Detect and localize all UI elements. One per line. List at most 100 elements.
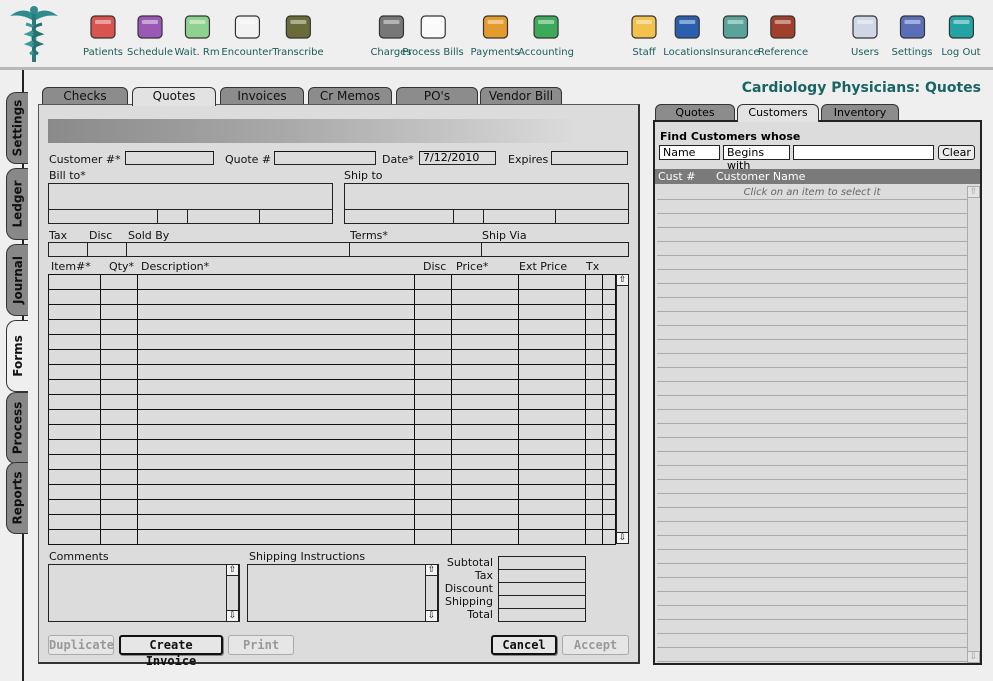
line-item-cell[interactable]: [100, 409, 138, 425]
comments-textarea[interactable]: ⇧ ⇩: [48, 564, 240, 622]
line-item-cell[interactable]: [585, 319, 603, 335]
bill-to-state-field[interactable]: [158, 210, 188, 223]
line-item-cell[interactable]: [414, 394, 452, 410]
right-tab-quotes[interactable]: Quotes: [655, 104, 735, 121]
customer-list-row[interactable]: [657, 564, 967, 578]
scroll-up-icon[interactable]: ⇧: [226, 564, 239, 576]
line-item-cell[interactable]: [451, 274, 519, 290]
accept-button[interactable]: Accept: [562, 635, 629, 655]
line-item-cell[interactable]: [585, 514, 603, 530]
line-item-cell[interactable]: [48, 499, 101, 515]
line-item-cell[interactable]: [414, 364, 452, 380]
line-item-cell[interactable]: [585, 439, 603, 455]
line-item-cell[interactable]: [518, 364, 586, 380]
line-item-cell[interactable]: [585, 409, 603, 425]
line-item-cell[interactable]: [137, 439, 415, 455]
line-item-cell[interactable]: [414, 379, 452, 395]
search-field-select[interactable]: Name: [659, 145, 720, 160]
search-operator-select[interactable]: Begins with: [723, 145, 790, 172]
line-item-cell[interactable]: [137, 274, 415, 290]
customer-list-row[interactable]: [657, 340, 967, 354]
toolbar-transcribe[interactable]: Transcribe: [272, 10, 324, 66]
customer-list-row[interactable]: [657, 592, 967, 606]
line-item-cell[interactable]: [451, 529, 519, 545]
line-item-cell[interactable]: [451, 379, 519, 395]
date-field[interactable]: 7/12/2010: [419, 151, 496, 165]
line-item-cell[interactable]: [518, 334, 586, 350]
line-item-cell[interactable]: [100, 319, 138, 335]
line-item-cell[interactable]: [100, 379, 138, 395]
line-item-cell[interactable]: [48, 334, 101, 350]
tab-invoices[interactable]: Invoices: [220, 87, 304, 105]
line-item-cell[interactable]: [137, 304, 415, 320]
toolbar-encounter[interactable]: Encounter: [221, 10, 273, 66]
customer-list-row[interactable]: [657, 620, 967, 634]
tab-vendor-bill[interactable]: Vendor Bill: [480, 87, 562, 105]
line-item-cell[interactable]: [602, 304, 616, 320]
line-item-cell[interactable]: [518, 304, 586, 320]
line-item-cell[interactable]: [48, 289, 101, 305]
line-item-cell[interactable]: [414, 349, 452, 365]
shipping-instructions-textarea[interactable]: ⇧ ⇩: [247, 564, 439, 622]
bill-to-zip-field[interactable]: [188, 210, 260, 223]
customer-list-row[interactable]: [657, 494, 967, 508]
customer-list-row[interactable]: [657, 452, 967, 466]
line-item-cell[interactable]: [518, 394, 586, 410]
customer-list-row[interactable]: [657, 354, 967, 368]
tab-pos[interactable]: PO's: [396, 87, 478, 105]
line-item-cell[interactable]: [100, 499, 138, 515]
customer-list-row[interactable]: [657, 634, 967, 648]
line-item-cell[interactable]: [585, 334, 603, 350]
line-item-cell[interactable]: [48, 379, 101, 395]
line-item-cell[interactable]: [414, 484, 452, 500]
line-item-cell[interactable]: [100, 424, 138, 440]
scroll-down-icon[interactable]: ⇩: [226, 610, 239, 622]
customer-list-row[interactable]: [657, 480, 967, 494]
line-item-cell[interactable]: [451, 439, 519, 455]
line-item-cell[interactable]: [100, 334, 138, 350]
toolbar-patients[interactable]: Patients: [83, 10, 123, 66]
customer-list-row[interactable]: [657, 214, 967, 228]
terms-field[interactable]: [350, 243, 482, 256]
line-item-cell[interactable]: [100, 454, 138, 470]
line-item-cell[interactable]: [414, 319, 452, 335]
line-item-cell[interactable]: [100, 484, 138, 500]
line-item-cell[interactable]: [602, 409, 616, 425]
tab-checks[interactable]: Checks: [42, 87, 128, 105]
side-tab-forms[interactable]: Forms: [6, 320, 28, 392]
line-item-cell[interactable]: [602, 274, 616, 290]
line-item-cell[interactable]: [137, 409, 415, 425]
toolbar-wait-rm[interactable]: Wait. Rm: [174, 10, 220, 66]
customer-list-row[interactable]: [657, 606, 967, 620]
line-item-cell[interactable]: [585, 529, 603, 545]
customer-list-row[interactable]: Click on an item to select it: [657, 186, 967, 200]
line-item-cell[interactable]: [137, 379, 415, 395]
bill-to-address-field[interactable]: [49, 184, 332, 210]
line-item-cell[interactable]: [602, 424, 616, 440]
line-item-cell[interactable]: [100, 274, 138, 290]
customer-list-row[interactable]: [657, 522, 967, 536]
customer-list-row[interactable]: [657, 536, 967, 550]
line-item-cell[interactable]: [602, 394, 616, 410]
customer-list-row[interactable]: [657, 368, 967, 382]
line-item-cell[interactable]: [137, 469, 415, 485]
line-item-cell[interactable]: [137, 334, 415, 350]
line-item-cell[interactable]: [451, 424, 519, 440]
line-item-cell[interactable]: [451, 289, 519, 305]
quote-number-field[interactable]: [274, 151, 376, 165]
toolbar-locations[interactable]: Locations: [663, 10, 711, 66]
shipping-scrollbar[interactable]: ⇧ ⇩: [425, 564, 438, 622]
toolbar-process-bills[interactable]: Process Bills: [402, 10, 464, 66]
line-item-cell[interactable]: [585, 379, 603, 395]
ship-via-field[interactable]: [482, 243, 628, 256]
ship-to-address-field[interactable]: [345, 184, 628, 210]
line-item-cell[interactable]: [48, 349, 101, 365]
ship-to-zip-field[interactable]: [484, 210, 556, 223]
customer-list-row[interactable]: [657, 466, 967, 480]
print-button[interactable]: Print: [228, 635, 294, 655]
line-item-cell[interactable]: [137, 364, 415, 380]
line-item-cell[interactable]: [414, 409, 452, 425]
line-item-cell[interactable]: [585, 349, 603, 365]
line-item-cell[interactable]: [137, 529, 415, 545]
toolbar-payments[interactable]: Payments: [471, 10, 520, 66]
